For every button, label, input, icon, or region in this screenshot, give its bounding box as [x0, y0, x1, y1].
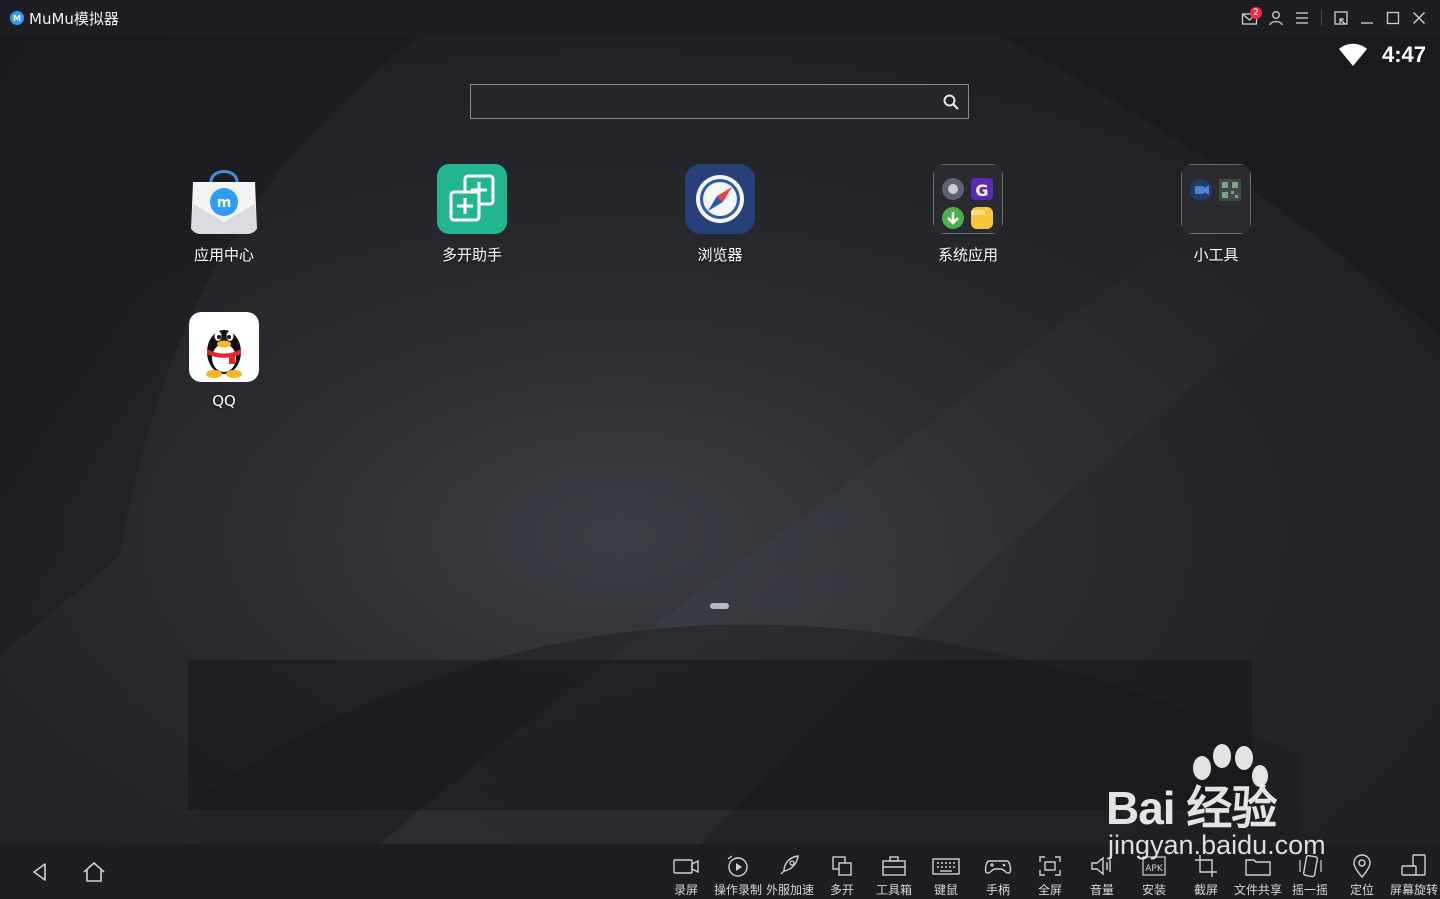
toolbox-icon	[882, 856, 906, 876]
user-icon	[1269, 11, 1283, 26]
apk-install-icon: APK	[1142, 856, 1166, 876]
close-icon	[1413, 12, 1425, 24]
app-label: 多开助手	[441, 246, 502, 264]
tool-fullscreen[interactable]: 全屏	[1024, 844, 1076, 899]
svg-text:m: m	[217, 195, 232, 211]
tool-gamepad[interactable]: 手柄	[972, 844, 1024, 899]
tool-label: 录屏	[673, 883, 698, 897]
back-icon[interactable]	[26, 858, 54, 886]
tool-label: 键鼠	[933, 883, 958, 897]
app-label: QQ	[212, 392, 236, 410]
wifi-icon	[1338, 43, 1367, 66]
tool-keyboard-mouse[interactable]: 键鼠	[920, 844, 972, 899]
tools-folder-icon	[1181, 164, 1251, 234]
tool-label: 全屏	[1037, 883, 1062, 897]
search-input[interactable]	[471, 85, 931, 118]
app-center-bag-icon: m	[191, 170, 257, 234]
tool-label: 操作录制	[713, 883, 762, 897]
macro-record-icon	[727, 855, 748, 877]
crop-screenshot-icon	[1195, 855, 1217, 877]
compass-browser-icon	[685, 164, 755, 234]
account-button[interactable]	[1263, 5, 1289, 31]
shake-icon	[1299, 854, 1322, 878]
tool-label: 定位	[1349, 883, 1374, 897]
tool-overseas-accel[interactable]: 外服加速	[764, 844, 816, 899]
tool-label: 文件共享	[1233, 883, 1282, 897]
tool-multi-instance[interactable]: 多开	[816, 844, 868, 899]
search-icon[interactable]	[942, 93, 960, 111]
tool-toolbox[interactable]: 工具箱	[868, 844, 920, 899]
tool-file-share[interactable]: 文件共享	[1232, 844, 1284, 899]
app-browser[interactable]: 浏览器	[650, 164, 790, 265]
tool-label: 截屏	[1193, 883, 1218, 897]
app-label: 应用中心	[193, 246, 254, 264]
tool-label: 工具箱	[875, 883, 912, 897]
bottom-toolbar: 录屏 操作录制 外服加速 多开 工具箱 键鼠 手柄 全屏 音量 APK 安装 截…	[0, 844, 1440, 899]
home-icon[interactable]	[80, 858, 108, 886]
tool-label: 音量	[1089, 883, 1114, 897]
status-bar: 4:47	[1338, 42, 1426, 68]
rocket-icon	[780, 855, 799, 875]
tool-screenshot[interactable]: 截屏	[1180, 844, 1232, 899]
tool-record-screen[interactable]: 录屏	[660, 844, 712, 899]
tool-buttons: 录屏 操作录制 外服加速 多开 工具箱 键鼠 手柄 全屏 音量 APK 安装 截…	[660, 844, 1440, 899]
dock-area	[188, 660, 1252, 810]
app-label: 系统应用	[937, 246, 998, 264]
volume-icon	[1091, 856, 1111, 876]
fullscreen-icon	[1039, 856, 1061, 876]
menu-button[interactable]	[1289, 5, 1315, 31]
tool-install-apk[interactable]: APK 安装	[1128, 844, 1180, 899]
tool-label: 安装	[1141, 883, 1166, 897]
page-indicator[interactable]	[710, 603, 729, 609]
app-app-center[interactable]: m 应用中心	[154, 164, 294, 265]
tool-label: 屏幕旋转	[1389, 883, 1438, 897]
app-system-apps-folder[interactable]: G 系统应用	[898, 164, 1038, 265]
tool-label: 外服加速	[765, 883, 814, 897]
gamepad-icon	[984, 860, 1012, 874]
app-tools-folder[interactable]: 小工具	[1146, 164, 1286, 265]
minimize-button[interactable]	[1354, 5, 1380, 31]
notification-badge: 2	[1250, 7, 1262, 19]
mumu-logo-icon: M	[10, 11, 24, 25]
maximize-button[interactable]	[1380, 5, 1406, 31]
tool-shake[interactable]: 摇一摇	[1284, 844, 1336, 899]
search-bar	[470, 84, 969, 119]
status-clock: 4:47	[1381, 42, 1426, 67]
tool-location[interactable]: 定位	[1336, 844, 1388, 899]
svg-text:APK: APK	[1145, 864, 1164, 874]
keyboard-icon	[932, 858, 960, 875]
title-bar: M MuMu模拟器 2	[0, 0, 1440, 36]
maximize-icon	[1386, 11, 1400, 25]
android-home-screen[interactable]: 4:47 m 应用中心 多开助手 浏览器 G 系统应用 小工具 QQ	[0, 36, 1440, 844]
message-button[interactable]: 2	[1237, 5, 1263, 31]
app-multi-instance[interactable]: 多开助手	[402, 164, 542, 265]
qq-penguin-icon	[189, 312, 259, 382]
rotate-screen-icon	[1401, 854, 1426, 876]
app-label: 浏览器	[697, 246, 743, 264]
close-button[interactable]	[1406, 5, 1432, 31]
tool-macro-record[interactable]: 操作录制	[712, 844, 764, 899]
shrink-window-icon	[1334, 11, 1348, 25]
tool-label: 摇一摇	[1291, 883, 1328, 897]
tool-volume[interactable]: 音量	[1076, 844, 1128, 899]
mini-mode-button[interactable]	[1328, 5, 1354, 31]
svg-text:G: G	[975, 181, 988, 200]
folder-share-icon	[1245, 859, 1271, 876]
system-apps-folder-icon: G	[933, 164, 1003, 234]
multi-instance-icon	[437, 164, 507, 234]
window-title: MuMu模拟器	[29, 9, 119, 28]
tool-label: 手柄	[985, 883, 1010, 897]
app-label: 小工具	[1193, 246, 1239, 264]
hamburger-menu-icon	[1296, 12, 1308, 24]
multi-window-icon	[832, 856, 852, 876]
video-camera-icon	[673, 859, 699, 874]
app-qq[interactable]: QQ	[154, 312, 294, 410]
location-pin-icon	[1353, 854, 1371, 879]
tool-rotate-screen[interactable]: 屏幕旋转	[1388, 844, 1440, 899]
tool-label: 多开	[829, 883, 854, 897]
window-controls: 2	[1237, 0, 1432, 36]
title-divider	[1321, 10, 1322, 26]
minimize-icon	[1361, 22, 1373, 24]
